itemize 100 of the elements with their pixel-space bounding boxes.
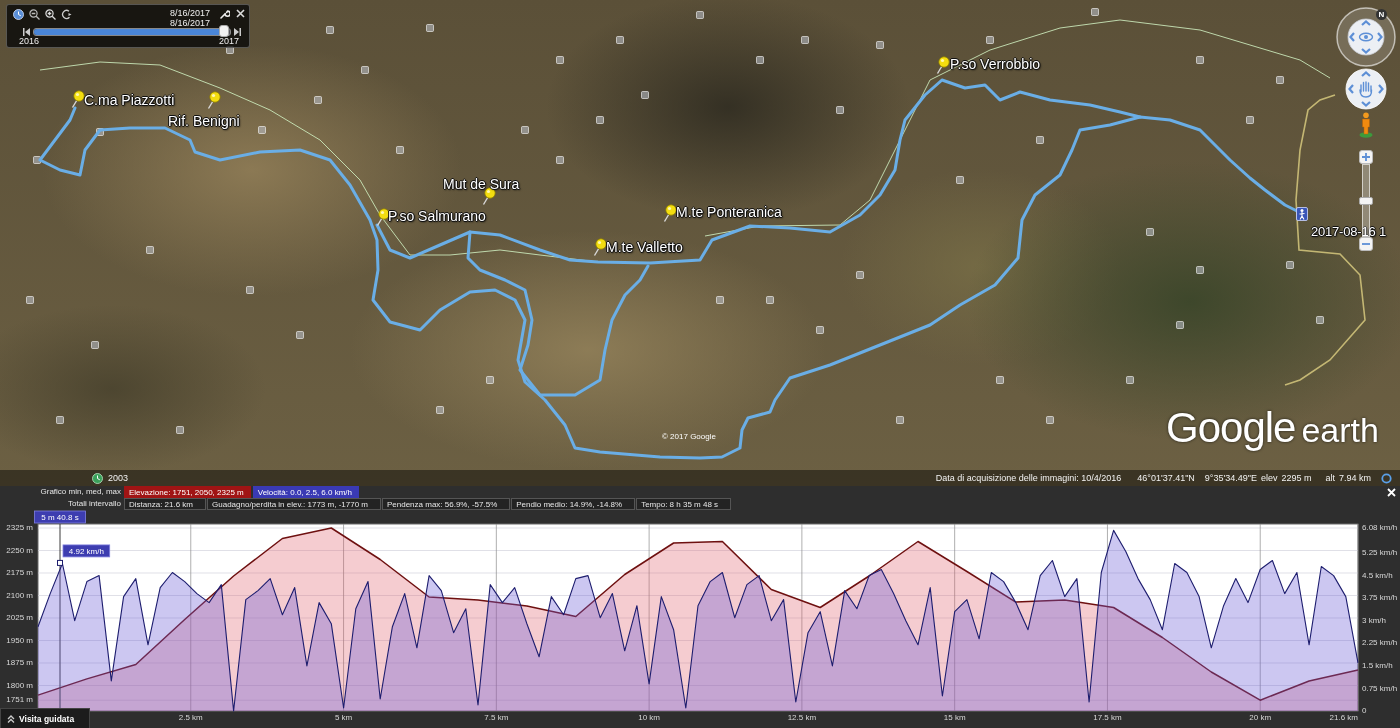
photo-marker-icon[interactable] bbox=[876, 41, 884, 49]
pushpin-icon[interactable] bbox=[663, 204, 677, 222]
photo-marker-icon[interactable] bbox=[486, 376, 494, 384]
photo-marker-icon[interactable] bbox=[56, 416, 64, 424]
time-slider-track[interactable] bbox=[33, 28, 231, 36]
x-axis-label: 2.5 km bbox=[178, 713, 203, 723]
pushpin-icon[interactable] bbox=[376, 208, 390, 226]
photo-marker-icon[interactable] bbox=[996, 376, 1004, 384]
photo-marker-icon[interactable] bbox=[1316, 316, 1324, 324]
placemark-label[interactable]: P.so Verrobbio bbox=[950, 56, 1041, 72]
photo-marker-icon[interactable] bbox=[816, 326, 824, 334]
photo-marker-icon[interactable] bbox=[1196, 266, 1204, 274]
photo-marker-icon[interactable] bbox=[146, 246, 154, 254]
move-joystick-icon[interactable] bbox=[1345, 68, 1387, 110]
photo-marker-icon[interactable] bbox=[1196, 56, 1204, 64]
photo-marker-icon[interactable] bbox=[836, 106, 844, 114]
placemark-label[interactable]: Mut de Sura bbox=[443, 176, 520, 192]
photo-marker-icon[interactable] bbox=[1286, 261, 1294, 269]
photo-marker-icon[interactable] bbox=[1176, 321, 1184, 329]
close-button[interactable] bbox=[1387, 488, 1396, 497]
photo-marker-icon[interactable] bbox=[716, 296, 724, 304]
zoom-in-icon[interactable] bbox=[45, 9, 56, 20]
placemark-label[interactable]: P.so Salmurano bbox=[388, 208, 486, 224]
series-toggle[interactable]: Velocità: 0.0, 2.5, 6.0 km/h bbox=[252, 486, 360, 498]
clock-icon[interactable] bbox=[13, 9, 24, 20]
photo-marker-icon[interactable] bbox=[91, 341, 99, 349]
photo-marker-icon[interactable] bbox=[1246, 116, 1254, 124]
photo-marker-icon[interactable] bbox=[426, 24, 434, 32]
look-joystick-icon[interactable] bbox=[1336, 7, 1396, 67]
pushpin-icon[interactable] bbox=[936, 56, 950, 74]
y-axis-label: 3.75 km/h bbox=[1362, 593, 1398, 603]
x-axis-label: 7.5 km bbox=[484, 713, 509, 723]
imagery-date-text: Data di acquisizione delle immagini: 10/4/2016 bbox=[935, 473, 1122, 483]
zoom-out-button[interactable] bbox=[1359, 237, 1373, 251]
zoom-slider-thumb[interactable] bbox=[1359, 196, 1373, 205]
photo-marker-icon[interactable] bbox=[641, 91, 649, 99]
photo-marker-icon[interactable] bbox=[26, 296, 34, 304]
refresh-icon[interactable] bbox=[61, 9, 72, 20]
placemark-label[interactable]: Rif. Benigni bbox=[168, 113, 240, 129]
track-end-marker-icon[interactable] bbox=[1296, 207, 1308, 221]
photo-marker-icon[interactable] bbox=[596, 116, 604, 124]
north-indicator[interactable]: N bbox=[1376, 9, 1387, 20]
photo-marker-icon[interactable] bbox=[96, 128, 104, 136]
zoom-in-button[interactable] bbox=[1359, 150, 1373, 164]
photo-marker-icon[interactable] bbox=[436, 406, 444, 414]
close-icon[interactable] bbox=[236, 9, 245, 18]
photo-marker-icon[interactable] bbox=[521, 126, 529, 134]
history-clock-icon[interactable] bbox=[92, 472, 103, 484]
placemark-label[interactable]: M.te Valletto bbox=[606, 239, 683, 255]
photo-marker-icon[interactable] bbox=[176, 426, 184, 434]
photo-marker-icon[interactable] bbox=[556, 156, 564, 164]
y-axis-label: 2.25 km/h bbox=[1362, 638, 1398, 648]
altitude-label: alt bbox=[1325, 473, 1335, 483]
placemark-label[interactable]: C.ma Piazzotti bbox=[84, 92, 175, 108]
skip-forward-icon[interactable] bbox=[234, 28, 241, 36]
photo-marker-icon[interactable] bbox=[314, 96, 322, 104]
photo-marker-icon[interactable] bbox=[1146, 228, 1154, 236]
pegman-icon[interactable] bbox=[1359, 112, 1373, 138]
photo-marker-icon[interactable] bbox=[361, 66, 369, 74]
satellite-map-placeholder[interactable] bbox=[0, 0, 1400, 486]
time-slider-thumb[interactable] bbox=[219, 25, 230, 37]
photo-marker-icon[interactable] bbox=[986, 36, 994, 44]
photo-marker-icon[interactable] bbox=[226, 46, 234, 54]
guided-tour-button[interactable]: Visita guidata bbox=[0, 708, 90, 728]
photo-marker-icon[interactable] bbox=[1276, 76, 1284, 84]
photo-marker-icon[interactable] bbox=[1046, 416, 1054, 424]
photo-marker-icon[interactable] bbox=[556, 56, 564, 64]
series-toggle[interactable]: Elevazione: 1751, 2050, 2325 m bbox=[124, 486, 251, 498]
historical-imagery-year[interactable]: 2003 bbox=[108, 473, 129, 483]
photo-marker-icon[interactable] bbox=[1091, 8, 1099, 16]
photo-marker-icon[interactable] bbox=[1126, 376, 1134, 384]
photo-marker-icon[interactable] bbox=[258, 126, 266, 134]
longitude-text: 9°35'34.49"E bbox=[1204, 473, 1257, 483]
photo-marker-icon[interactable] bbox=[956, 176, 964, 184]
x-axis-label: 17.5 km bbox=[1093, 713, 1122, 723]
y-axis-label: 3 km/h bbox=[1362, 615, 1386, 625]
photo-marker-icon[interactable] bbox=[616, 36, 624, 44]
pushpin-icon[interactable] bbox=[482, 187, 496, 205]
photo-marker-icon[interactable] bbox=[766, 296, 774, 304]
zoom-out-icon[interactable] bbox=[29, 9, 40, 20]
photo-marker-icon[interactable] bbox=[326, 26, 334, 34]
y-axis-label: 2025 m bbox=[6, 613, 33, 623]
placemark-label[interactable]: M.te Ponteranica bbox=[676, 204, 782, 220]
photo-marker-icon[interactable] bbox=[296, 331, 304, 339]
photo-marker-icon[interactable] bbox=[246, 286, 254, 294]
photo-marker-icon[interactable] bbox=[396, 146, 404, 154]
photo-marker-icon[interactable] bbox=[696, 11, 704, 19]
pushpin-icon[interactable] bbox=[71, 90, 85, 108]
photo-marker-icon[interactable] bbox=[756, 56, 764, 64]
skip-back-icon[interactable] bbox=[23, 28, 30, 36]
photo-marker-icon[interactable] bbox=[801, 36, 809, 44]
wrench-icon[interactable] bbox=[220, 9, 230, 19]
photo-marker-icon[interactable] bbox=[1036, 136, 1044, 144]
photo-marker-icon[interactable] bbox=[896, 416, 904, 424]
photo-marker-icon[interactable] bbox=[33, 156, 41, 164]
y-axis-label: 4.5 km/h bbox=[1362, 570, 1393, 580]
totals-value: Pendenza max: 56.9%, -57.5% bbox=[382, 498, 511, 510]
photo-marker-icon[interactable] bbox=[856, 271, 864, 279]
pushpin-icon[interactable] bbox=[593, 238, 607, 256]
cursor-speed-label: 4.92 km/h bbox=[62, 544, 111, 558]
